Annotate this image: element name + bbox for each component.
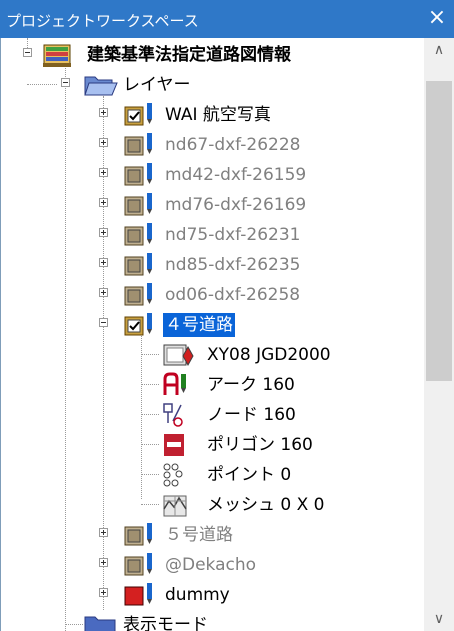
mesh-label[interactable]: メッシュ 0 X 0 — [205, 493, 327, 517]
tree-branch — [141, 444, 159, 445]
coordinate-system-icon — [163, 344, 194, 367]
collapse-toggle[interactable] — [99, 318, 108, 327]
workspace-tree[interactable]: 建築基準法指定道路図情報 レイヤー WAI 航空写真 nd67-dxf-2622… — [0, 38, 424, 631]
tree-node-root[interactable]: 建築基準法指定道路図情報 — [1, 40, 424, 70]
layer-label[interactable]: md42-dxf-26159 — [163, 163, 308, 187]
open-folder-icon — [84, 76, 118, 96]
expand-toggle[interactable] — [99, 588, 108, 597]
scroll-thumb[interactable] — [426, 81, 452, 381]
layers-folder-label[interactable]: レイヤー — [121, 73, 193, 97]
panel-title: プロジェクトワークスペース — [6, 12, 199, 30]
layer-hidden-icon[interactable] — [123, 221, 159, 249]
layer-label[interactable]: nd67-dxf-26228 — [163, 133, 302, 157]
layer-row[interactable]: @Dekacho — [1, 550, 424, 580]
layer-label[interactable]: nd85-dxf-26235 — [163, 253, 302, 277]
vertical-scrollbar[interactable]: ∧ ∨ — [424, 38, 454, 631]
closed-folder-icon — [84, 616, 116, 631]
expand-toggle[interactable] — [99, 138, 108, 147]
collapse-toggle[interactable] — [61, 78, 70, 87]
coordinate-system-label[interactable]: XY08 JGD2000 — [205, 343, 333, 367]
layer-hidden-icon[interactable] — [123, 281, 159, 309]
scroll-down-icon[interactable]: ∨ — [424, 607, 454, 631]
layer-checked-icon[interactable] — [123, 101, 159, 129]
layer-row[interactable]: nd67-dxf-26228 — [1, 130, 424, 160]
expand-toggle[interactable] — [99, 168, 108, 177]
layer-label[interactable]: ４号道路 — [163, 313, 235, 337]
collapse-toggle[interactable] — [23, 48, 32, 57]
layer-hidden-icon[interactable] — [123, 521, 159, 549]
tree-branch — [27, 84, 57, 85]
expand-toggle[interactable] — [99, 258, 108, 267]
tree-branch — [141, 474, 159, 475]
layer-label[interactable]: md76-dxf-26169 — [163, 193, 308, 217]
layer-hidden-icon[interactable] — [123, 251, 159, 279]
layer-red-icon[interactable] — [123, 581, 159, 609]
layer-row[interactable]: md76-dxf-26169 — [1, 190, 424, 220]
layer-label[interactable]: od06-dxf-26258 — [163, 283, 302, 307]
layer-row[interactable]: ５号道路 — [1, 520, 424, 550]
layer-property-row[interactable]: ポイント 0 — [1, 460, 424, 490]
polygon-count-label[interactable]: ポリゴン 160 — [205, 433, 315, 457]
expand-toggle[interactable] — [99, 108, 108, 117]
layer-row[interactable]: od06-dxf-26258 — [1, 280, 424, 310]
layer-label[interactable]: ５号道路 — [163, 523, 235, 547]
tree-branch — [141, 354, 159, 355]
layer-hidden-icon[interactable] — [123, 191, 159, 219]
layer-property-row[interactable]: アーク 160 — [1, 370, 424, 400]
arc-icon — [163, 372, 186, 395]
layer-label[interactable]: nd75-dxf-26231 — [163, 223, 302, 247]
tree-branch — [65, 624, 83, 625]
node-icon — [163, 403, 183, 427]
layer-row[interactable]: md42-dxf-26159 — [1, 160, 424, 190]
layer-row[interactable]: dummy — [1, 580, 424, 610]
expand-toggle[interactable] — [99, 228, 108, 237]
tree-branch — [141, 384, 159, 385]
layer-property-row[interactable]: ポリゴン 160 — [1, 430, 424, 460]
tree-branch — [141, 504, 159, 505]
tree-branch — [141, 414, 159, 415]
scroll-up-icon[interactable]: ∧ — [424, 38, 454, 62]
expand-toggle[interactable] — [99, 288, 108, 297]
layer-property-row[interactable]: XY08 JGD2000 — [1, 340, 424, 370]
node-count-label[interactable]: ノード 160 — [205, 403, 298, 427]
layer-label[interactable]: WAI 航空写真 — [163, 103, 273, 127]
tree-node-layers-folder[interactable]: レイヤー — [1, 70, 424, 100]
layer-property-row[interactable]: メッシュ 0 X 0 — [1, 490, 424, 520]
expand-toggle[interactable] — [99, 528, 108, 537]
database-stack-icon — [43, 44, 71, 67]
mesh-icon — [163, 495, 187, 517]
layer-hidden-icon[interactable] — [123, 161, 159, 189]
layer-row[interactable]: nd75-dxf-26231 — [1, 220, 424, 250]
expand-toggle[interactable] — [99, 198, 108, 207]
arc-count-label[interactable]: アーク 160 — [205, 373, 297, 397]
root-label[interactable]: 建築基準法指定道路図情報 — [85, 43, 293, 67]
expand-toggle[interactable] — [99, 558, 108, 567]
layer-row[interactable]: WAI 航空写真 — [1, 100, 424, 130]
layer-label[interactable]: dummy — [163, 583, 232, 607]
layer-checked-icon[interactable] — [123, 311, 159, 339]
title-bar: プロジェクトワークスペース × — [0, 0, 454, 38]
layer-property-row[interactable]: ノード 160 — [1, 400, 424, 430]
layer-label[interactable]: @Dekacho — [163, 553, 258, 577]
polygon-icon — [164, 434, 184, 456]
layer-hidden-icon[interactable] — [123, 551, 159, 579]
layer-row[interactable]: nd85-dxf-26235 — [1, 250, 424, 280]
tree-node-display-mode[interactable]: 表示モード — [1, 610, 424, 631]
point-count-label[interactable]: ポイント 0 — [205, 463, 293, 487]
layer-row-selected[interactable]: ４号道路 — [1, 310, 424, 340]
display-mode-label[interactable]: 表示モード — [121, 613, 210, 631]
layer-hidden-icon[interactable] — [123, 131, 159, 159]
point-icon — [163, 463, 183, 487]
close-icon[interactable]: × — [426, 7, 448, 29]
